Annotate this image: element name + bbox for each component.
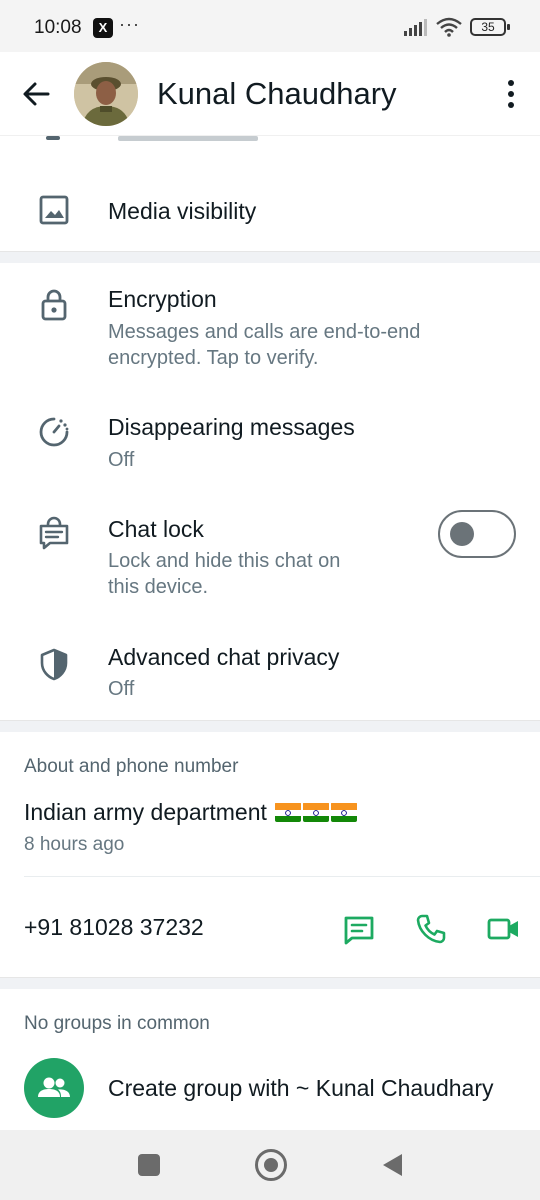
india-flag-icon <box>275 802 302 822</box>
groups-section-label: No groups in common <box>24 1013 210 1034</box>
about-divider <box>24 876 540 877</box>
avatar[interactable] <box>74 62 138 126</box>
media-visibility-label: Media visibility <box>108 198 257 224</box>
disappearing-messages-value: Off <box>108 449 135 471</box>
encryption-subtitle-1: Messages and calls are end-to-end <box>108 321 421 343</box>
chat-lock-title: Chat lock <box>108 516 204 542</box>
signal-icon <box>404 19 427 36</box>
status-time: 10:08 <box>34 17 82 38</box>
shield-icon <box>40 648 68 681</box>
india-flag-icon <box>331 802 358 822</box>
scrolled-off-row <box>0 136 540 156</box>
section-divider <box>0 977 540 989</box>
media-visibility-row[interactable]: Media visibility <box>0 156 540 251</box>
wifi-icon <box>436 17 462 37</box>
section-divider <box>0 251 540 263</box>
status-indicators: 35 <box>404 16 510 38</box>
disappearing-messages-row[interactable]: Disappearing messages Off <box>0 396 540 488</box>
advanced-chat-privacy-value: Off <box>108 678 135 700</box>
timer-icon <box>39 417 69 447</box>
nav-back-button[interactable] <box>380 1152 404 1178</box>
phone-number[interactable]: +91 81028 37232 <box>24 914 204 941</box>
encryption-subtitle-2: encrypted. Tap to verify. <box>108 347 319 369</box>
chat-lock-icon <box>39 516 69 550</box>
encryption-row[interactable]: Encryption Messages and calls are end-to… <box>0 264 540 376</box>
app-header: Kunal Chaudhary <box>0 52 540 136</box>
arrow-left-icon[interactable] <box>20 78 52 110</box>
phone-icon[interactable] <box>414 912 448 946</box>
chat-lock-subtitle-1: Lock and hide this chat on <box>108 550 341 572</box>
scrolled-off-text <box>118 136 258 141</box>
about-emojis <box>273 799 358 825</box>
about-text[interactable]: Indian army department <box>24 799 358 826</box>
lock-icon <box>41 289 67 321</box>
x-app-notification-icon: X <box>93 18 113 38</box>
advanced-chat-privacy-row[interactable]: Advanced chat privacy Off <box>0 628 540 720</box>
about-section-label: About and phone number <box>24 756 239 777</box>
about-text-value: Indian army department <box>24 799 267 825</box>
section-divider <box>0 720 540 732</box>
video-icon[interactable] <box>486 912 520 946</box>
india-flag-icon <box>303 802 330 822</box>
about-timestamp: 8 hours ago <box>24 834 125 855</box>
disappearing-messages-title: Disappearing messages <box>108 414 355 440</box>
chat-lock-toggle[interactable] <box>438 510 516 558</box>
create-group-button[interactable] <box>24 1058 84 1118</box>
more-vertical-icon[interactable] <box>504 78 518 110</box>
advanced-chat-privacy-title: Advanced chat privacy <box>108 644 340 670</box>
recent-apps-button[interactable] <box>138 1154 160 1176</box>
contact-name: Kunal Chaudhary <box>157 76 397 111</box>
home-button[interactable] <box>255 1149 287 1181</box>
battery-icon: 35 <box>470 18 510 36</box>
system-nav-bar <box>0 1130 540 1200</box>
chat-lock-toggle-knob <box>450 522 474 546</box>
encryption-title: Encryption <box>108 286 217 312</box>
create-group-label[interactable]: Create group with ~ Kunal Chaudhary <box>108 1075 494 1102</box>
more-notifications-icon: ··· <box>119 14 140 34</box>
scrolled-off-icon <box>46 136 60 140</box>
chat-lock-subtitle-2: this device. <box>108 576 209 598</box>
image-icon <box>39 195 69 225</box>
group-icon <box>38 1077 70 1097</box>
message-icon[interactable] <box>342 912 376 946</box>
status-bar: 10:08 X ··· 35 <box>0 0 540 52</box>
